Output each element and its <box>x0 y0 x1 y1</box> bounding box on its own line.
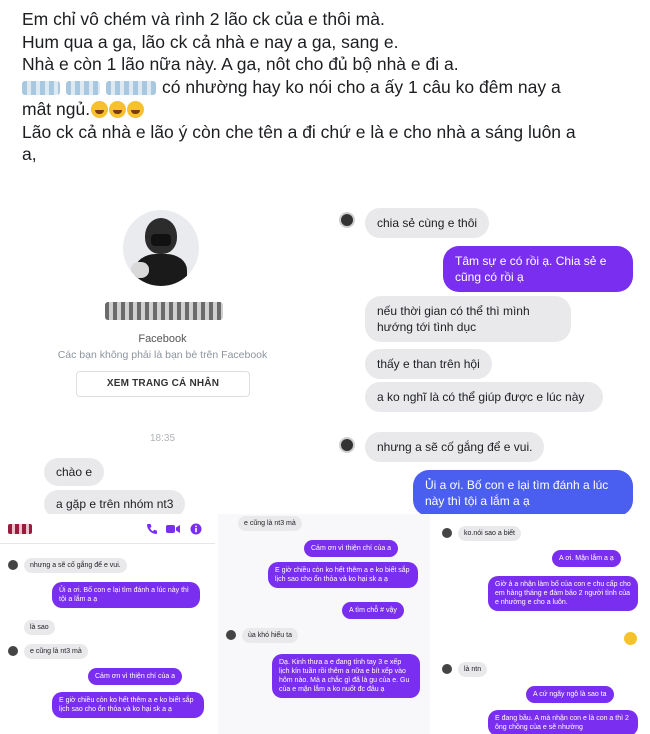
messenger-screenshot-strip: nhưng a sẽ cố gắng để e vui. Ủi a ơi. Bố… <box>0 514 650 734</box>
message-bubble: là sao <box>24 620 55 635</box>
messenger-screenshot-main: Facebook Các bạn không phải là bạn bè tr… <box>0 196 650 518</box>
post-line-5-text: mât ngủ. <box>22 99 91 119</box>
message-bubble-sent: Ủi a ơi. Bố con e lại tìm đánh a lúc này… <box>52 582 200 608</box>
message-bubble: chia sẻ cùng e thôi <box>365 208 490 238</box>
message-bubble: thấy e than trên hội <box>365 349 492 379</box>
laughing-emoji-icon <box>109 101 127 118</box>
conversation-panel: chia sẻ cùng e thôi Tâm sự e có rồi ạ. C… <box>325 196 650 516</box>
profile-panel: Facebook Các bạn không phải là bạn bè tr… <box>0 196 325 518</box>
blurred-name <box>106 80 156 95</box>
post-line-4-text: có nhường hay ko nói cho a ấy 1 câu ko đ… <box>162 76 561 97</box>
post-line-7: a, <box>22 144 37 164</box>
avatar <box>8 560 18 570</box>
messenger-screenshot-3: ko.nói sao a biết A ơi. Mặn lắm a ạ Giờ … <box>430 514 650 734</box>
message-bubble: chào e <box>44 458 105 486</box>
message-bubble: ùa khó hiểu ta <box>242 628 298 643</box>
message-bubble-sent: A tìm chỗ # vậy <box>342 602 404 619</box>
laughing-emoji-icon <box>127 101 145 118</box>
chat-header <box>0 514 215 544</box>
laughing-emoji-icon <box>91 101 109 118</box>
platform-label: Facebook <box>138 333 187 345</box>
messenger-screenshot-2: e cũng là nt3 mà Cảm ơn vì thiện chí của… <box>218 514 430 734</box>
message-bubble-sent: A cứ ngãy ngô là sao ta <box>526 686 614 703</box>
message-timestamp: 18:35 <box>149 433 176 444</box>
laughing-emoji-icon <box>624 632 637 645</box>
message-bubble-sent: Dạ. Kinh thưa a e đang tính tay 3 e xếp … <box>272 654 420 698</box>
message-bubble-sent: Cảm ơn vì thiện chí của a <box>88 668 183 685</box>
avatar <box>123 210 199 286</box>
message-bubble-sent: Ủi a ơi. Bố con e lại tìm đánh a lúc này… <box>413 470 633 516</box>
message-bubble-sent: Cảm ơn vì thiện chí của a <box>304 540 399 557</box>
message-bubble: nhưng a sẽ cố gắng để e vui. <box>365 432 545 462</box>
blurred-chat-name <box>8 524 32 534</box>
post-line-5: mât ngủ. <box>22 98 642 121</box>
post-line-1: Em chỉ vô chém và rình 2 lão ck của e th… <box>22 9 385 29</box>
message-bubble-sent: E giờ chiều còn ko hết thêm a e ko biết … <box>268 562 418 588</box>
post-caption: Em chỉ vô chém và rình 2 lão ck của e th… <box>22 8 642 166</box>
blurred-name <box>22 80 60 95</box>
post-line-3: Nhà e còn 1 lão nữa này. A ga, nôt cho đ… <box>22 54 459 74</box>
avatar <box>442 664 452 674</box>
video-call-icon[interactable] <box>166 524 180 534</box>
info-icon[interactable] <box>190 523 202 535</box>
message-bubble: nhưng a sẽ cố gắng để e vui. <box>24 558 127 573</box>
phone-icon[interactable] <box>146 523 158 535</box>
message-bubble-sent: Giờ ả a nhận làm bố của con e chu cấp ch… <box>488 576 638 611</box>
post-line-6: Lão ck cả nhà e lão ý còn che tên a đi c… <box>22 121 576 142</box>
message-bubble: a ko nghĩ là có thể giúp được e lúc này <box>365 382 603 412</box>
message-bubble-sent: Tâm sự e có rồi ạ. Chia sẻ e cũng có rồi… <box>443 246 633 292</box>
blurred-profile-name <box>105 302 223 320</box>
message-bubble: e cũng là nt3 mà <box>24 644 88 659</box>
message-bubble: ko.nói sao a biết <box>458 526 521 541</box>
message-bubble: nếu thời gian có thể thì mình hướng tới … <box>365 296 571 342</box>
message-bubble: là ntn <box>458 662 488 677</box>
avatar <box>8 646 18 656</box>
avatar <box>442 528 452 538</box>
avatar <box>339 212 355 228</box>
not-friends-notice: Các bạn không phải là bạn bè trên Facebo… <box>57 349 268 361</box>
message-bubble-sent: A ơi. Mặn lắm a ạ <box>552 550 621 567</box>
post-line-2: Hum qua a ga, lão ck cả nhà e nay a ga, … <box>22 31 399 52</box>
avatar <box>339 437 355 453</box>
message-bubble-sent: E giờ chiều còn ko hết thêm a e ko biết … <box>52 692 204 718</box>
view-profile-button[interactable]: XEM TRANG CÁ NHÂN <box>76 371 250 397</box>
messenger-screenshot-1: nhưng a sẽ cố gắng để e vui. Ủi a ơi. Bố… <box>0 514 218 734</box>
blurred-name <box>66 80 100 95</box>
post-line-4: có nhường hay ko nói cho a ấy 1 câu ko đ… <box>22 76 642 99</box>
message-bubble: e cũng là nt3 mà <box>238 516 302 531</box>
message-bubble-sent: E đang bầu. A mà nhận con e là con a thì… <box>488 710 638 734</box>
avatar <box>226 630 236 640</box>
